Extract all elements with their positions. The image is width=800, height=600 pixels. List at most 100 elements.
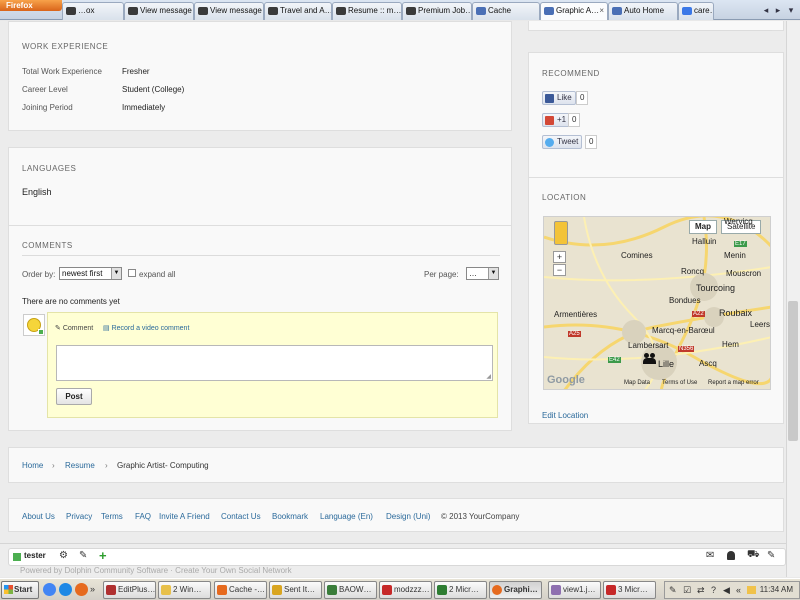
comment-tab[interactable]: ✎ Comment [55,324,93,332]
scrollbar-thumb[interactable] [788,301,798,441]
copyright: © 2013 YourCompany [441,512,520,521]
mail-icon[interactable]: ✉ [706,550,714,561]
volume-tray-icon[interactable]: ◀ [723,585,730,596]
add-icon[interactable]: + [99,548,107,563]
close-tab-icon[interactable]: × [599,3,604,19]
scroll-tabs-left-icon[interactable]: ◂ [760,3,772,17]
scroll-tabs-right-icon[interactable]: ▸ [772,3,784,17]
comment-textarea[interactable]: ◢ [56,345,493,381]
chrome-icon[interactable] [43,583,56,596]
internet-explorer-icon[interactable] [59,583,72,596]
tab-label: View message [210,6,262,15]
start-button[interactable]: Start [1,581,39,599]
firefox-icon [217,585,227,595]
post-comment-button[interactable]: Post [56,388,92,405]
record-video-tab[interactable]: ▤ Record a video comment [103,324,189,332]
mail-app-icon [272,585,282,595]
facebook-like-button[interactable]: Like [542,91,576,105]
zoom-out-button[interactable]: − [553,264,566,276]
edit-location-link[interactable]: Edit Location [542,411,588,420]
vertical-scrollbar[interactable] [786,21,800,577]
app-icon [327,585,337,595]
help-tray-icon[interactable]: ? [711,585,716,595]
network-tray-icon[interactable]: ⇄ [697,585,705,596]
like-label: Like [557,93,572,102]
resize-handle-icon[interactable]: ◢ [486,373,491,380]
tab-favicon-icon [268,7,278,15]
map-data-link[interactable]: Map Data [624,380,650,386]
browser-tab[interactable]: Travel and A… [264,2,332,20]
taskbar-button[interactable]: Sent It… [269,581,322,599]
section-title: WORK EXPERIENCE [22,42,109,51]
google-plusone-button[interactable]: +1 [542,113,571,127]
toolbar-username[interactable]: tester [24,551,46,560]
tools-icon[interactable]: ✎ [767,550,775,561]
tools-tray-icon[interactable]: ✎ [669,585,677,596]
browser-tab[interactable]: Premium Job… [402,2,472,20]
friends-icon[interactable] [727,551,735,560]
browser-tab[interactable]: …ox [62,2,124,20]
taskbar-button[interactable]: modzzz… [379,581,432,599]
map-place-label: Marcq-en-Barœul [652,326,715,335]
tweet-button[interactable]: Tweet [542,135,583,149]
tab-label: Graphic A… [556,6,600,15]
quick-launch-more-icon[interactable]: » [90,583,103,596]
taskbar-button[interactable]: 3 Micr… [603,581,656,599]
cart-icon[interactable]: ⛟ [747,549,760,562]
browser-tab[interactable]: View message [124,2,194,20]
expand-all-checkbox[interactable] [128,269,136,277]
footer-link-contact[interactable]: Contact Us [221,512,261,521]
footer-link-invite[interactable]: Invite A Friend [159,512,210,521]
taskbar-button-active[interactable]: Graphi… [489,581,542,599]
browser-tab[interactable]: Auto Home [608,2,678,20]
report-map-error-link[interactable]: Report a map error [708,380,759,386]
expand-tray-icon[interactable]: « [736,585,741,595]
terms-of-use-link[interactable]: Terms of Use [662,380,697,386]
browser-tab[interactable]: Cache [472,2,540,20]
road-shield: A22 [692,311,705,317]
browser-tab[interactable]: Resume :: m… [332,2,402,20]
taskbar-button[interactable]: EditPlus… [103,581,156,599]
people-marker-icon[interactable] [643,353,657,365]
breadcrumb-resume[interactable]: Resume [65,461,95,470]
taskbar-button[interactable]: 2 Micr… [434,581,487,599]
footer-link-design[interactable]: Design (Uni) [386,512,430,521]
tab-label: care… [694,6,713,15]
browser-tab[interactable]: care… [678,2,714,20]
street-view-pegman-icon[interactable] [554,221,568,245]
location-map[interactable]: + − Map Satellite Wervicq Halluin Comine… [543,216,771,390]
taskbar-button[interactable]: BAOW… [324,581,377,599]
browser-tab[interactable]: View message [194,2,264,20]
footer-link-privacy[interactable]: Privacy [66,512,92,521]
map-type-map-button[interactable]: Map [689,220,717,234]
order-by-select[interactable]: newest first ▼ [59,267,122,280]
powered-by-text: Powered by Dolphin Community Software · … [20,566,292,575]
taskbar-button[interactable]: view1.j… [548,581,601,599]
recommend-card: RECOMMEND Like 0 +1 0 Tweet 0 [528,52,784,180]
footer-link-about[interactable]: About Us [22,512,55,521]
section-title: LOCATION [542,193,587,202]
location-card: LOCATION + − Map Satellite Wervicq Hallu… [528,177,784,424]
like-count: 0 [576,91,589,105]
checkmark-tray-icon[interactable]: ☑ [683,585,691,596]
zoom-in-button[interactable]: + [553,251,566,263]
plusone-count: 0 [568,113,581,127]
gear-icon[interactable]: ⚙ [59,550,68,561]
per-page-select[interactable]: … ▼ [466,267,499,280]
footer-link-terms[interactable]: Terms [101,512,123,521]
road-shield: E17 [734,241,747,247]
taskbar-button[interactable]: 2 Win… [158,581,211,599]
folder-tray-icon[interactable] [747,586,756,594]
footer-link-language[interactable]: Language (En) [320,512,373,521]
firefox-icon[interactable] [75,583,88,596]
footer-link-faq[interactable]: FAQ [135,512,151,521]
browser-tab-active[interactable]: Graphic A… × [540,2,608,20]
firefox-menu-button[interactable]: Firefox [0,0,62,11]
no-comments-text: There are no comments yet [22,297,120,306]
edit-icon[interactable]: ✎ [79,550,87,561]
language-value: English [22,187,52,197]
breadcrumb-home[interactable]: Home [22,461,43,470]
list-all-tabs-icon[interactable]: ▾ [785,3,797,17]
footer-link-bookmark[interactable]: Bookmark [272,512,308,521]
taskbar-button[interactable]: Cache -… [214,581,267,599]
